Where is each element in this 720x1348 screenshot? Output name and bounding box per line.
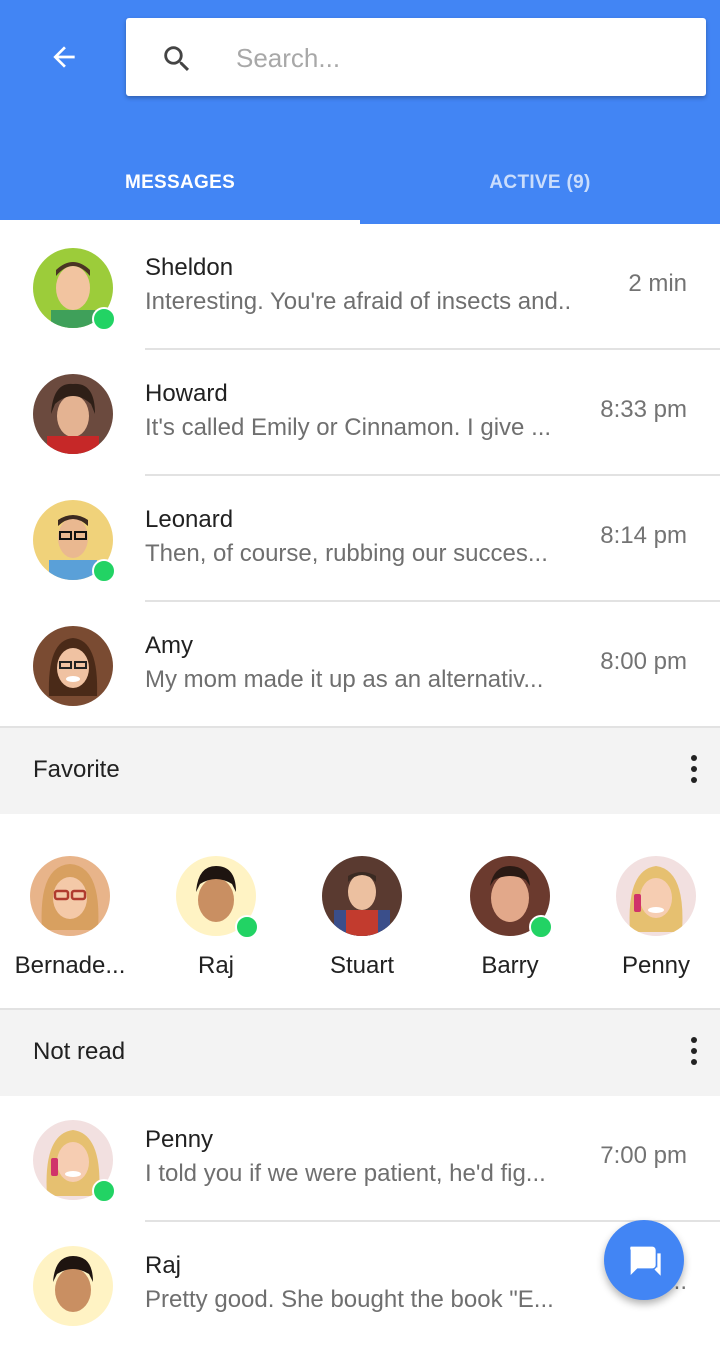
avatar bbox=[470, 856, 553, 939]
avatar bbox=[33, 1246, 113, 1326]
message-preview: Pretty good. She bought the book "E... bbox=[145, 1286, 554, 1313]
search-box bbox=[126, 18, 706, 96]
tab-messages[interactable]: MESSAGES bbox=[0, 150, 360, 224]
tab-messages-label: MESSAGES bbox=[124, 172, 236, 193]
online-indicator bbox=[92, 1179, 116, 1203]
chat-icon bbox=[630, 1246, 661, 1276]
tab-active-label: ACTIVE (9) bbox=[489, 172, 591, 193]
message-preview: I told you if we were patient, he'd fig.… bbox=[145, 1160, 546, 1187]
arrow-back-icon bbox=[53, 46, 75, 68]
favorite-name: Barry bbox=[481, 952, 539, 979]
message-row-howard[interactable]: Howard It's called Emily or Cinnamon. I … bbox=[0, 350, 720, 476]
avatar bbox=[33, 1120, 116, 1203]
favorite-name: Penny bbox=[621, 952, 691, 979]
favorite-contact[interactable]: Barry bbox=[437, 856, 583, 996]
favorite-contact[interactable]: Bernade... bbox=[0, 856, 143, 996]
back-button[interactable] bbox=[40, 34, 88, 80]
favorite-contact[interactable]: Stuart bbox=[289, 856, 435, 996]
message-preview: Interesting. You're afraid of insects an… bbox=[145, 288, 572, 315]
message-preview: Then, of course, rubbing our succes... bbox=[145, 540, 548, 567]
online-indicator bbox=[235, 915, 259, 939]
app-bar: MESSAGES ACTIVE (9) bbox=[0, 0, 720, 224]
message-sender: Penny bbox=[145, 1126, 214, 1153]
online-indicator bbox=[92, 307, 116, 331]
favorite-contact[interactable]: Raj bbox=[143, 856, 289, 996]
online-indicator bbox=[529, 915, 553, 939]
avatar bbox=[33, 500, 116, 583]
favorite-name: Raj bbox=[197, 952, 234, 979]
message-sender: Howard bbox=[145, 380, 228, 407]
favorite-name: Stuart bbox=[329, 952, 395, 979]
search-icon bbox=[164, 46, 190, 72]
new-chat-button[interactable] bbox=[604, 1220, 684, 1300]
section-title: Favorite bbox=[33, 756, 120, 783]
message-sender: Sheldon bbox=[145, 254, 234, 281]
message-time: 8:14 pm bbox=[600, 522, 687, 549]
message-time: 8:00 pm bbox=[600, 648, 687, 675]
message-preview: It's called Emily or Cinnamon. I give ..… bbox=[145, 414, 552, 441]
avatar bbox=[322, 856, 402, 936]
avatar bbox=[33, 626, 113, 706]
favorite-name: Bernade... bbox=[14, 952, 126, 979]
message-row-penny[interactable]: Penny I told you if we were patient, he'… bbox=[0, 1096, 720, 1222]
section-title: Not read bbox=[33, 1038, 126, 1065]
message-preview: My mom made it up as an alternativ... bbox=[145, 666, 544, 693]
tab-active[interactable]: ACTIVE (9) bbox=[360, 150, 720, 224]
avatar bbox=[33, 374, 113, 454]
message-sender: Raj bbox=[145, 1252, 182, 1279]
favorite-contact[interactable]: Penny bbox=[583, 856, 720, 996]
message-time: 7:00 pm bbox=[600, 1142, 687, 1169]
favorite-section-header: Favorite bbox=[0, 728, 720, 814]
message-sender: Amy bbox=[145, 632, 193, 659]
tab-bar: MESSAGES ACTIVE (9) bbox=[0, 150, 720, 224]
avatar bbox=[616, 856, 696, 936]
message-row-leonard[interactable]: Leonard Then, of course, rubbing our suc… bbox=[0, 476, 720, 602]
message-sender: Leonard bbox=[145, 506, 234, 533]
more-vert-icon[interactable] bbox=[680, 750, 708, 790]
avatar bbox=[33, 248, 116, 331]
message-time: 2 min bbox=[628, 270, 687, 297]
search-input[interactable] bbox=[234, 32, 688, 84]
avatar bbox=[30, 856, 110, 936]
avatar bbox=[176, 856, 259, 939]
not-read-section-header: Not read bbox=[0, 1010, 720, 1096]
message-row-sheldon[interactable]: Sheldon Interesting. You're afraid of in… bbox=[0, 224, 720, 350]
message-row-amy[interactable]: Amy My mom made it up as an alternativ..… bbox=[0, 602, 720, 728]
online-indicator bbox=[92, 559, 116, 583]
message-time: 8:33 pm bbox=[600, 396, 687, 423]
more-vert-icon[interactable] bbox=[680, 1032, 708, 1072]
